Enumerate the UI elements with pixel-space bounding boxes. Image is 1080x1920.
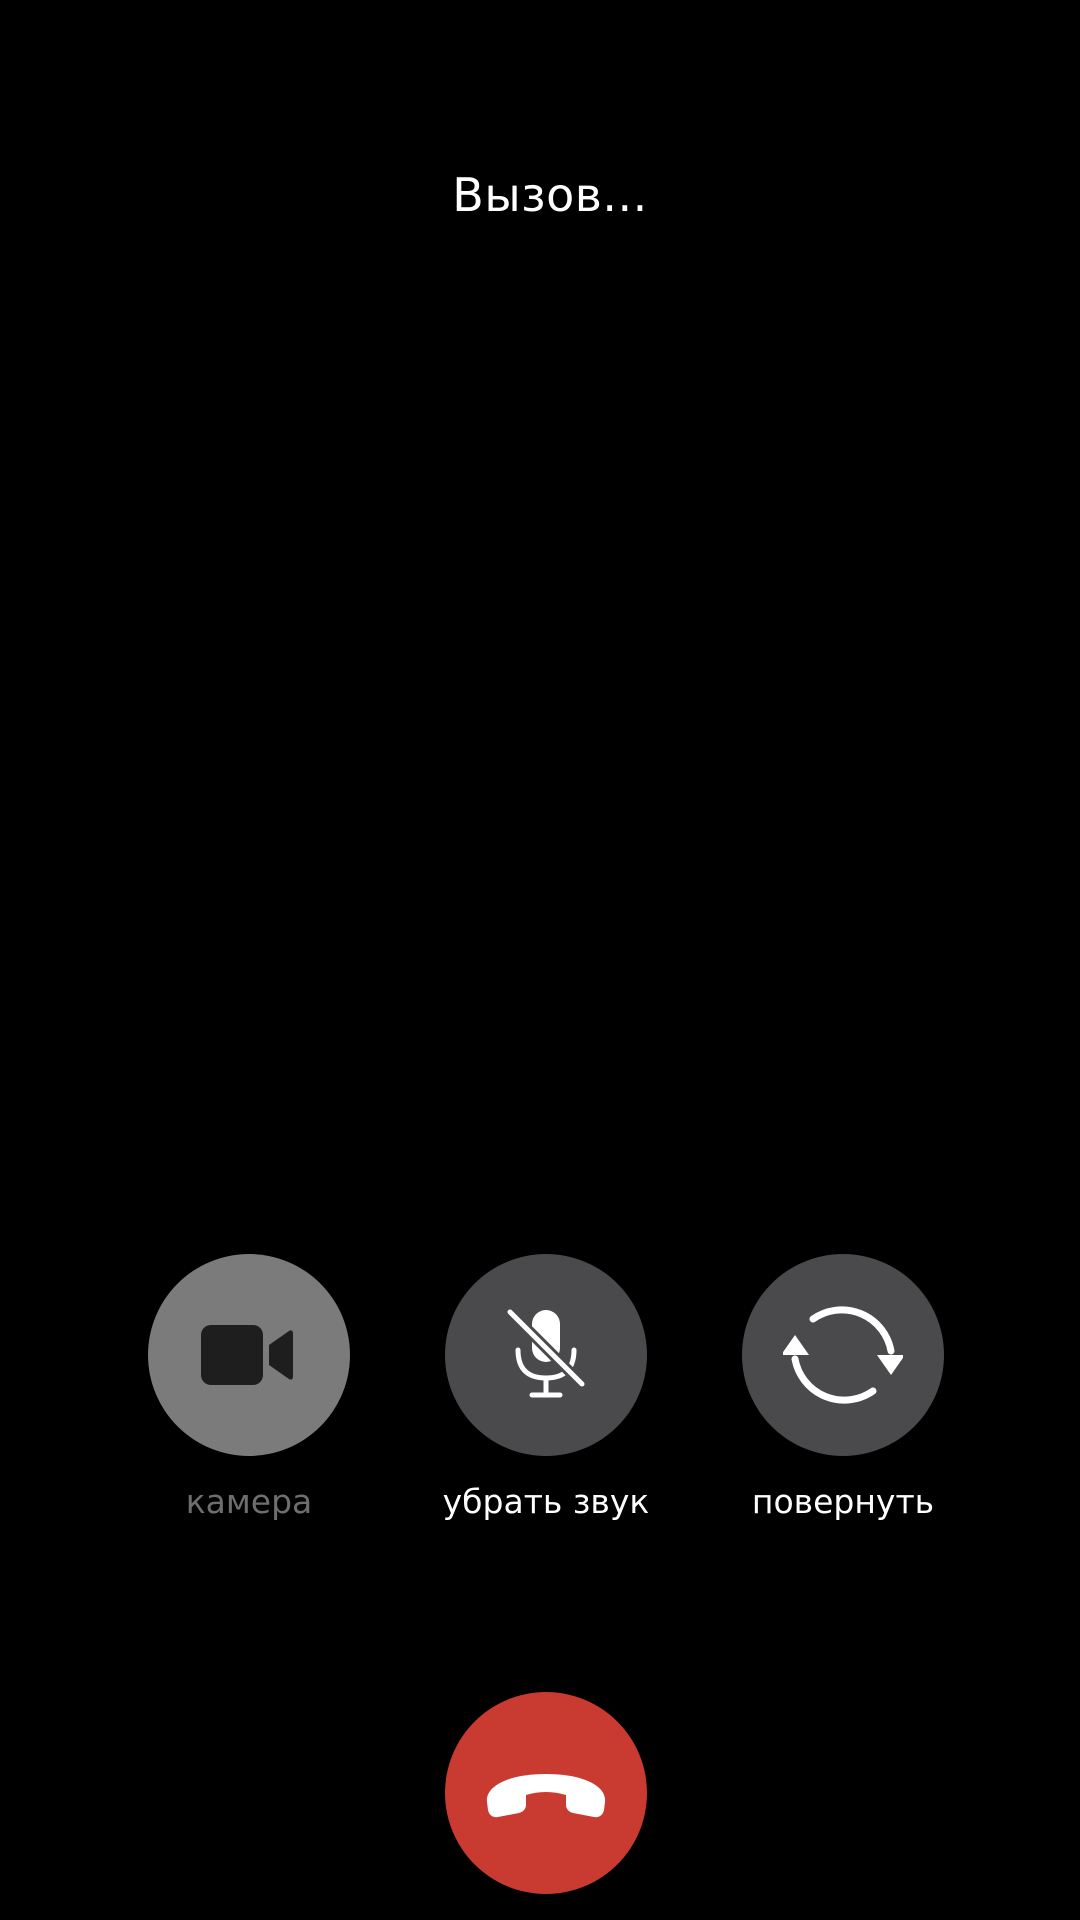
camera-control: камера bbox=[148, 1254, 350, 1521]
flip-label: повернуть bbox=[751, 1482, 935, 1521]
flip-control: повернуть bbox=[742, 1254, 944, 1521]
call-status: Вызов... bbox=[452, 168, 648, 222]
video-camera-icon bbox=[201, 1325, 293, 1385]
mute-control: убрать звук bbox=[443, 1254, 649, 1521]
phone-hangup-icon bbox=[486, 1774, 606, 1818]
call-screen: Вызов... камера убрать звук повернуть bbox=[0, 0, 1080, 1920]
flip-button[interactable] bbox=[742, 1254, 944, 1456]
camera-button[interactable] bbox=[148, 1254, 350, 1456]
rotate-camera-icon bbox=[783, 1306, 903, 1404]
mute-button[interactable] bbox=[445, 1254, 647, 1456]
end-call-button[interactable] bbox=[445, 1692, 647, 1894]
microphone-slash-icon bbox=[506, 1308, 586, 1398]
